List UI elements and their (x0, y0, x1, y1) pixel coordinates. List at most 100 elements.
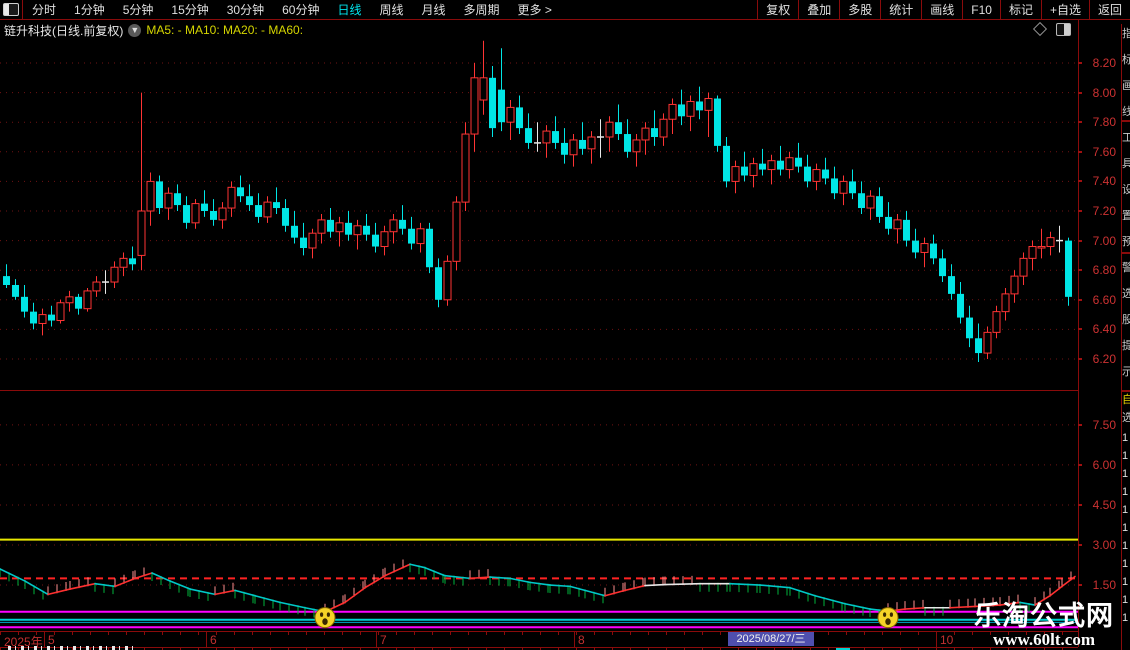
tool-button-统计[interactable]: 统计 (880, 0, 921, 19)
strip-glyph-fragment: 设 (1122, 184, 1130, 196)
strip-glyph-fragment: 选 (1122, 412, 1130, 424)
candlestick-chart[interactable] (0, 40, 1078, 390)
strip-glyph-fragment: 股 (1122, 314, 1130, 326)
indicator-tick: 1.50 (1082, 578, 1116, 592)
tick-notch (1078, 210, 1082, 212)
strip-list-number: 1 (1122, 450, 1130, 462)
period-tab-多周期[interactable]: 多周期 (455, 1, 509, 18)
smiley-marker (878, 608, 898, 628)
price-tick: 6.60 (1082, 293, 1116, 307)
strip-list-number: 1 (1122, 486, 1130, 498)
ma-labels: MA5: - MA10: MA20: - MA60: (146, 23, 303, 37)
tool-button-+自选[interactable]: +自选 (1041, 0, 1089, 19)
period-tab-60分钟[interactable]: 60分钟 (273, 1, 328, 18)
indicator-tick: 3.00 (1082, 538, 1116, 552)
chart-title-row: 链升科技(日线.前复权) ▼ MA5: - MA10: MA20: - MA60… (0, 20, 1078, 40)
strip-list-number: 1 (1122, 594, 1130, 606)
strip-list-number: 1 (1122, 504, 1130, 516)
tick-notch (1078, 269, 1082, 271)
month-separator (936, 632, 937, 647)
top-toolbar: 分时1分钟5分钟15分钟30分钟60分钟日线周线月线多周期更多 > 复权叠加多股… (0, 0, 1130, 20)
indicator-tick: 4.50 (1082, 498, 1116, 512)
period-tab-分时[interactable]: 分时 (23, 1, 65, 18)
tick-notch (1078, 92, 1082, 94)
month-separator (44, 632, 45, 647)
month-label: 10 (940, 633, 953, 647)
month-separator (574, 632, 575, 647)
month-separator (376, 632, 377, 647)
price-tick: 7.60 (1082, 145, 1116, 159)
tool-button-标记[interactable]: 标记 (1000, 0, 1041, 19)
window-split-icon (3, 3, 19, 16)
period-tab-月线[interactable]: 月线 (413, 1, 455, 18)
tool-button-返回[interactable]: 返回 (1089, 0, 1130, 19)
indicator-tick: 7.50 (1082, 418, 1116, 432)
diamond-icon[interactable] (1035, 24, 1045, 34)
period-tab-周线[interactable]: 周线 (370, 1, 412, 18)
tool-button-叠加[interactable]: 叠加 (798, 0, 839, 19)
clipped-text-fragment (8, 646, 138, 650)
tick-notch (1078, 584, 1082, 586)
strip-glyph-fragment: 工 (1122, 132, 1130, 144)
strip-glyph-fragment: 提 (1122, 340, 1130, 352)
strip-list-number: 1 (1122, 540, 1130, 552)
strip-divider (1122, 390, 1130, 392)
tool-button-复权[interactable]: 复权 (757, 0, 798, 19)
strip-glyph-fragment: 具 (1122, 158, 1130, 170)
right-edge-strip[interactable]: 指标画线工具设置预警选股提示自选11111111111 (1121, 24, 1130, 650)
price-tick: 6.40 (1082, 322, 1116, 336)
period-tab-5分钟[interactable]: 5分钟 (114, 1, 163, 18)
tool-button-F10[interactable]: F10 (962, 0, 1000, 19)
period-tab-1分钟[interactable]: 1分钟 (65, 1, 114, 18)
period-tab-30分钟[interactable]: 30分钟 (218, 1, 273, 18)
tick-notch (1078, 62, 1082, 64)
strip-glyph-fragment: 标 (1122, 54, 1130, 66)
strip-list-number: 1 (1122, 432, 1130, 444)
time-axis[interactable]: 2025年 2025/08/27/三 567810 (0, 632, 1078, 647)
strip-list-number: 1 (1122, 522, 1130, 534)
panel-toggle-icon[interactable] (1056, 23, 1071, 36)
strip-list-number: 1 (1122, 558, 1130, 570)
window-split-button[interactable] (0, 0, 23, 19)
period-tab-15分钟[interactable]: 15分钟 (162, 1, 217, 18)
price-tick: 6.80 (1082, 263, 1116, 277)
tool-button-画线[interactable]: 画线 (921, 0, 962, 19)
tick-notch (1078, 151, 1082, 153)
strip-tab-fragment: 自 (1122, 394, 1130, 406)
strip-list-number: 1 (1122, 612, 1130, 624)
chevron-down-icon[interactable]: ▼ (128, 24, 141, 37)
strip-glyph-fragment: 线 (1122, 106, 1130, 118)
smiley-marker (315, 608, 335, 628)
indicator-panel-chart[interactable] (0, 412, 1078, 631)
strip-divider (1122, 120, 1130, 122)
divider (0, 390, 1078, 391)
month-label: 7 (380, 633, 387, 647)
tool-button-多股[interactable]: 多股 (839, 0, 880, 19)
strip-glyph-fragment: 警 (1122, 262, 1130, 274)
axis-border (1078, 20, 1079, 647)
tick-notch (1078, 358, 1082, 360)
app-window: 分时1分钟5分钟15分钟30分钟60分钟日线周线月线多周期更多 > 复权叠加多股… (0, 0, 1130, 650)
tick-notch (1078, 180, 1082, 182)
strip-glyph-fragment: 指 (1122, 28, 1130, 40)
strip-glyph-fragment: 示 (1122, 366, 1130, 378)
price-tick: 6.20 (1082, 352, 1116, 366)
month-separator (206, 632, 207, 647)
tick-notch (1078, 464, 1082, 466)
strip-glyph-fragment: 置 (1122, 210, 1130, 222)
tick-notch (1078, 424, 1082, 426)
toolbar-tools: 复权叠加多股统计画线F10标记+自选返回 (757, 0, 1130, 19)
period-tab-更多 >[interactable]: 更多 > (509, 1, 561, 18)
price-tick: 8.20 (1082, 56, 1116, 70)
price-tick: 7.40 (1082, 174, 1116, 188)
strip-list-number: 1 (1122, 468, 1130, 480)
price-tick: 7.00 (1082, 234, 1116, 248)
strip-list-number: 1 (1122, 576, 1130, 588)
period-tab-日线[interactable]: 日线 (328, 1, 370, 18)
watermark-url: www.60lt.com (974, 631, 1114, 648)
period-tabs: 分时1分钟5分钟15分钟30分钟60分钟日线周线月线多周期更多 > (0, 0, 561, 19)
watermark-title: 乐淘公式网 (974, 601, 1114, 631)
strip-glyph-fragment: 预 (1122, 236, 1130, 248)
axis-ticks (0, 632, 1078, 635)
price-tick: 7.20 (1082, 204, 1116, 218)
